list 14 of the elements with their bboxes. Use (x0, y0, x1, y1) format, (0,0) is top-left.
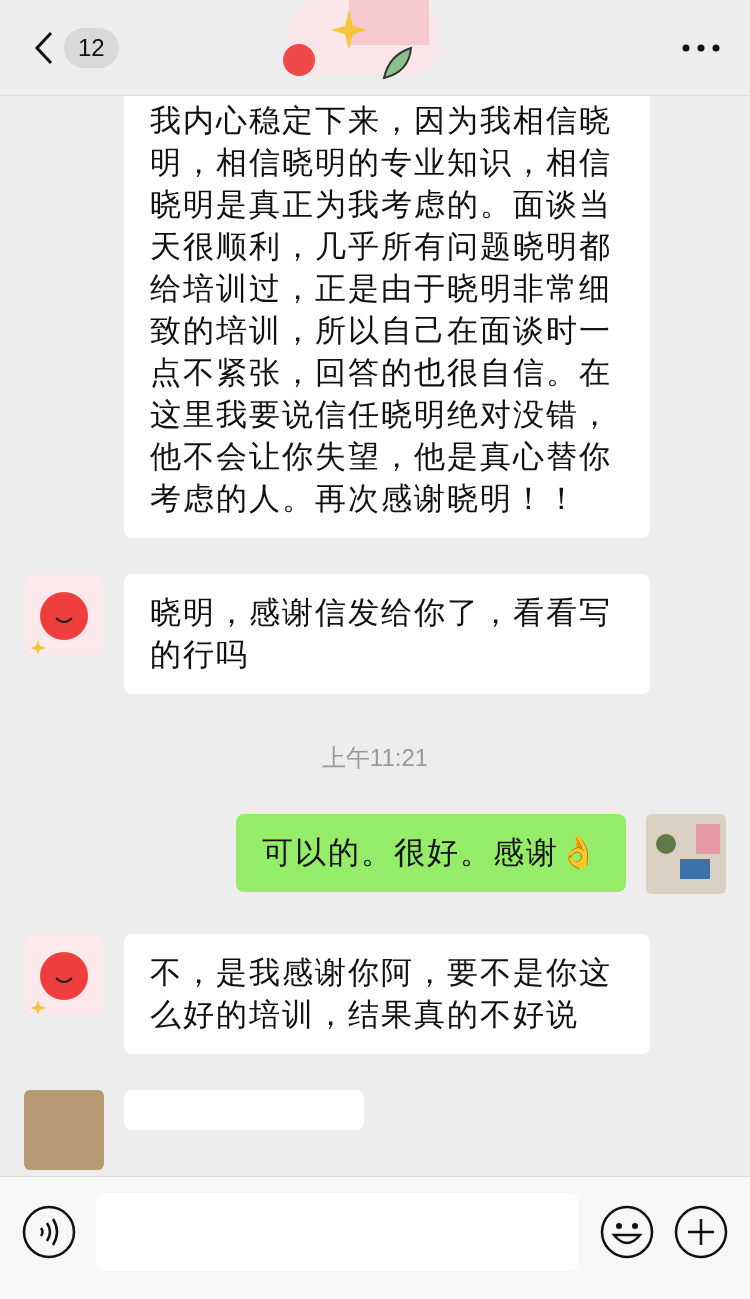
emoji-icon[interactable] (600, 1205, 654, 1259)
message-bubble: 不，是我感谢你阿，要不是你这么好的培训，结果真的不好说 (124, 934, 650, 1054)
plus-icon[interactable] (674, 1205, 728, 1259)
timestamp: 上午11:21 (320, 743, 430, 773)
message-bubble: 晓明，感谢信发给你了，看看写的行吗 (124, 574, 650, 694)
voice-icon[interactable] (22, 1205, 76, 1259)
avatar[interactable] (24, 934, 104, 1014)
avatar[interactable] (646, 814, 726, 894)
avatar[interactable] (24, 574, 104, 654)
unread-count-badge[interactable]: 12 (64, 27, 119, 68)
back-icon[interactable] (34, 30, 54, 65)
message-bubble: 我内心稳定下来，因为我相信晓明，相信晓明的专业知识，相信晓明是真正为我考虑的。面谈当天很顺利，几乎所有问题晓明都给培训过，正是由于晓明非常细致的培训，所以自己在面谈时一点不紧张，回答的也很自信。在这里我要说信任晓明绝对没错，他不会让你失望，他是真心替你考虑的人。再次感谢晓明！！ (124, 96, 650, 538)
more-icon[interactable] (682, 43, 720, 52)
message-bubble: 可以的。很好。感谢👌 (236, 814, 626, 892)
